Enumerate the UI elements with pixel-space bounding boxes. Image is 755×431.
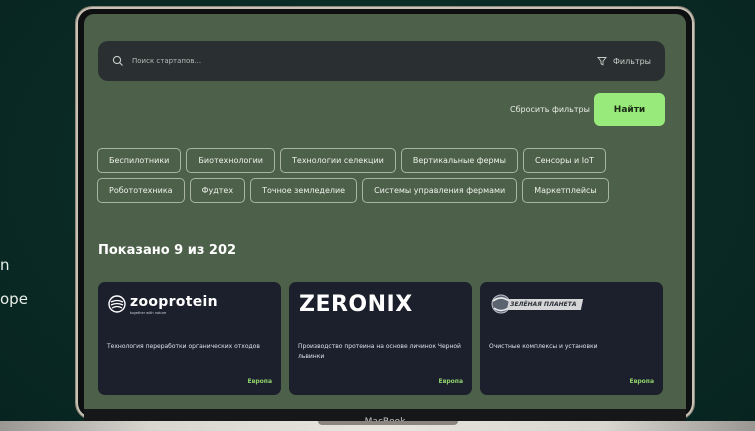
app-screen: Фильтры Сбросить фильтры Найти Беспилотн… [84, 14, 686, 409]
category-row: Робототехника Фудтех Точное земледелие С… [97, 178, 657, 203]
card-description: Очистные комплексы и установки [489, 343, 598, 350]
category-row: Беспилотники Биотехнологии Технологии се… [97, 148, 657, 173]
card-logo-text: zooprotein [130, 293, 218, 310]
category-chip[interactable]: Системы управления фермами [362, 178, 518, 203]
zooprotein-logo-icon [108, 295, 126, 313]
side-text-line-2: ope [0, 290, 28, 308]
card-logo: ЗЕЛЁНАЯ ПЛАНЕТА [490, 292, 584, 316]
category-chip[interactable]: Беспилотники [97, 148, 182, 173]
category-chip[interactable]: Технологии селекции [280, 148, 396, 173]
results-count-title: Показано 9 из 202 [98, 243, 237, 258]
filters-button[interactable]: Фильтры [597, 56, 651, 66]
card-region: Европа [629, 378, 654, 385]
category-chip[interactable]: Маркетплейсы [522, 178, 609, 203]
laptop-base-notch [318, 421, 458, 425]
startup-card[interactable]: ZERONIX Производство протеина на основе … [289, 282, 472, 395]
filter-icon [597, 57, 607, 66]
card-region: Европа [438, 378, 463, 385]
laptop-chin: MacBook [84, 409, 686, 427]
search-input[interactable] [132, 57, 598, 65]
card-logo-text: ZERONIX [299, 291, 413, 317]
category-chip[interactable]: Вертикальные фермы [400, 148, 518, 173]
card-logo: zooprotein together with nature [108, 292, 218, 316]
startup-cards: zooprotein together with nature Технолог… [98, 282, 663, 395]
category-filters: Беспилотники Биотехнологии Технологии се… [97, 148, 657, 208]
filters-label: Фильтры [613, 56, 651, 66]
card-logo: ZERONIX [299, 291, 413, 317]
card-logo-text: ЗЕЛЁНАЯ ПЛАНЕТА [506, 298, 584, 310]
card-description: Производство протеина на основе личинок … [298, 343, 461, 360]
card-region: Европа [247, 378, 272, 385]
find-button[interactable]: Найти [594, 93, 665, 126]
category-chip[interactable]: Биотехнологии [186, 148, 276, 173]
category-chip[interactable]: Сенсоры и IoT [523, 148, 606, 173]
side-text-line-1: n [0, 256, 10, 274]
category-chip[interactable]: Точное земледелие [250, 178, 358, 203]
search-bar: Фильтры [98, 41, 665, 81]
startup-card[interactable]: zooprotein together with nature Технолог… [98, 282, 281, 395]
category-chip[interactable]: Фудтех [189, 178, 246, 203]
search-icon [112, 55, 123, 66]
startup-card[interactable]: ЗЕЛЁНАЯ ПЛАНЕТА Очистные комплексы и уст… [480, 282, 663, 395]
reset-filters-link[interactable]: Сбросить фильтры [510, 105, 590, 114]
card-logo-tagline: together with nature [130, 310, 167, 315]
category-chip[interactable]: Робототехника [97, 178, 185, 203]
card-description: Технология переработки органических отхо… [107, 343, 260, 350]
